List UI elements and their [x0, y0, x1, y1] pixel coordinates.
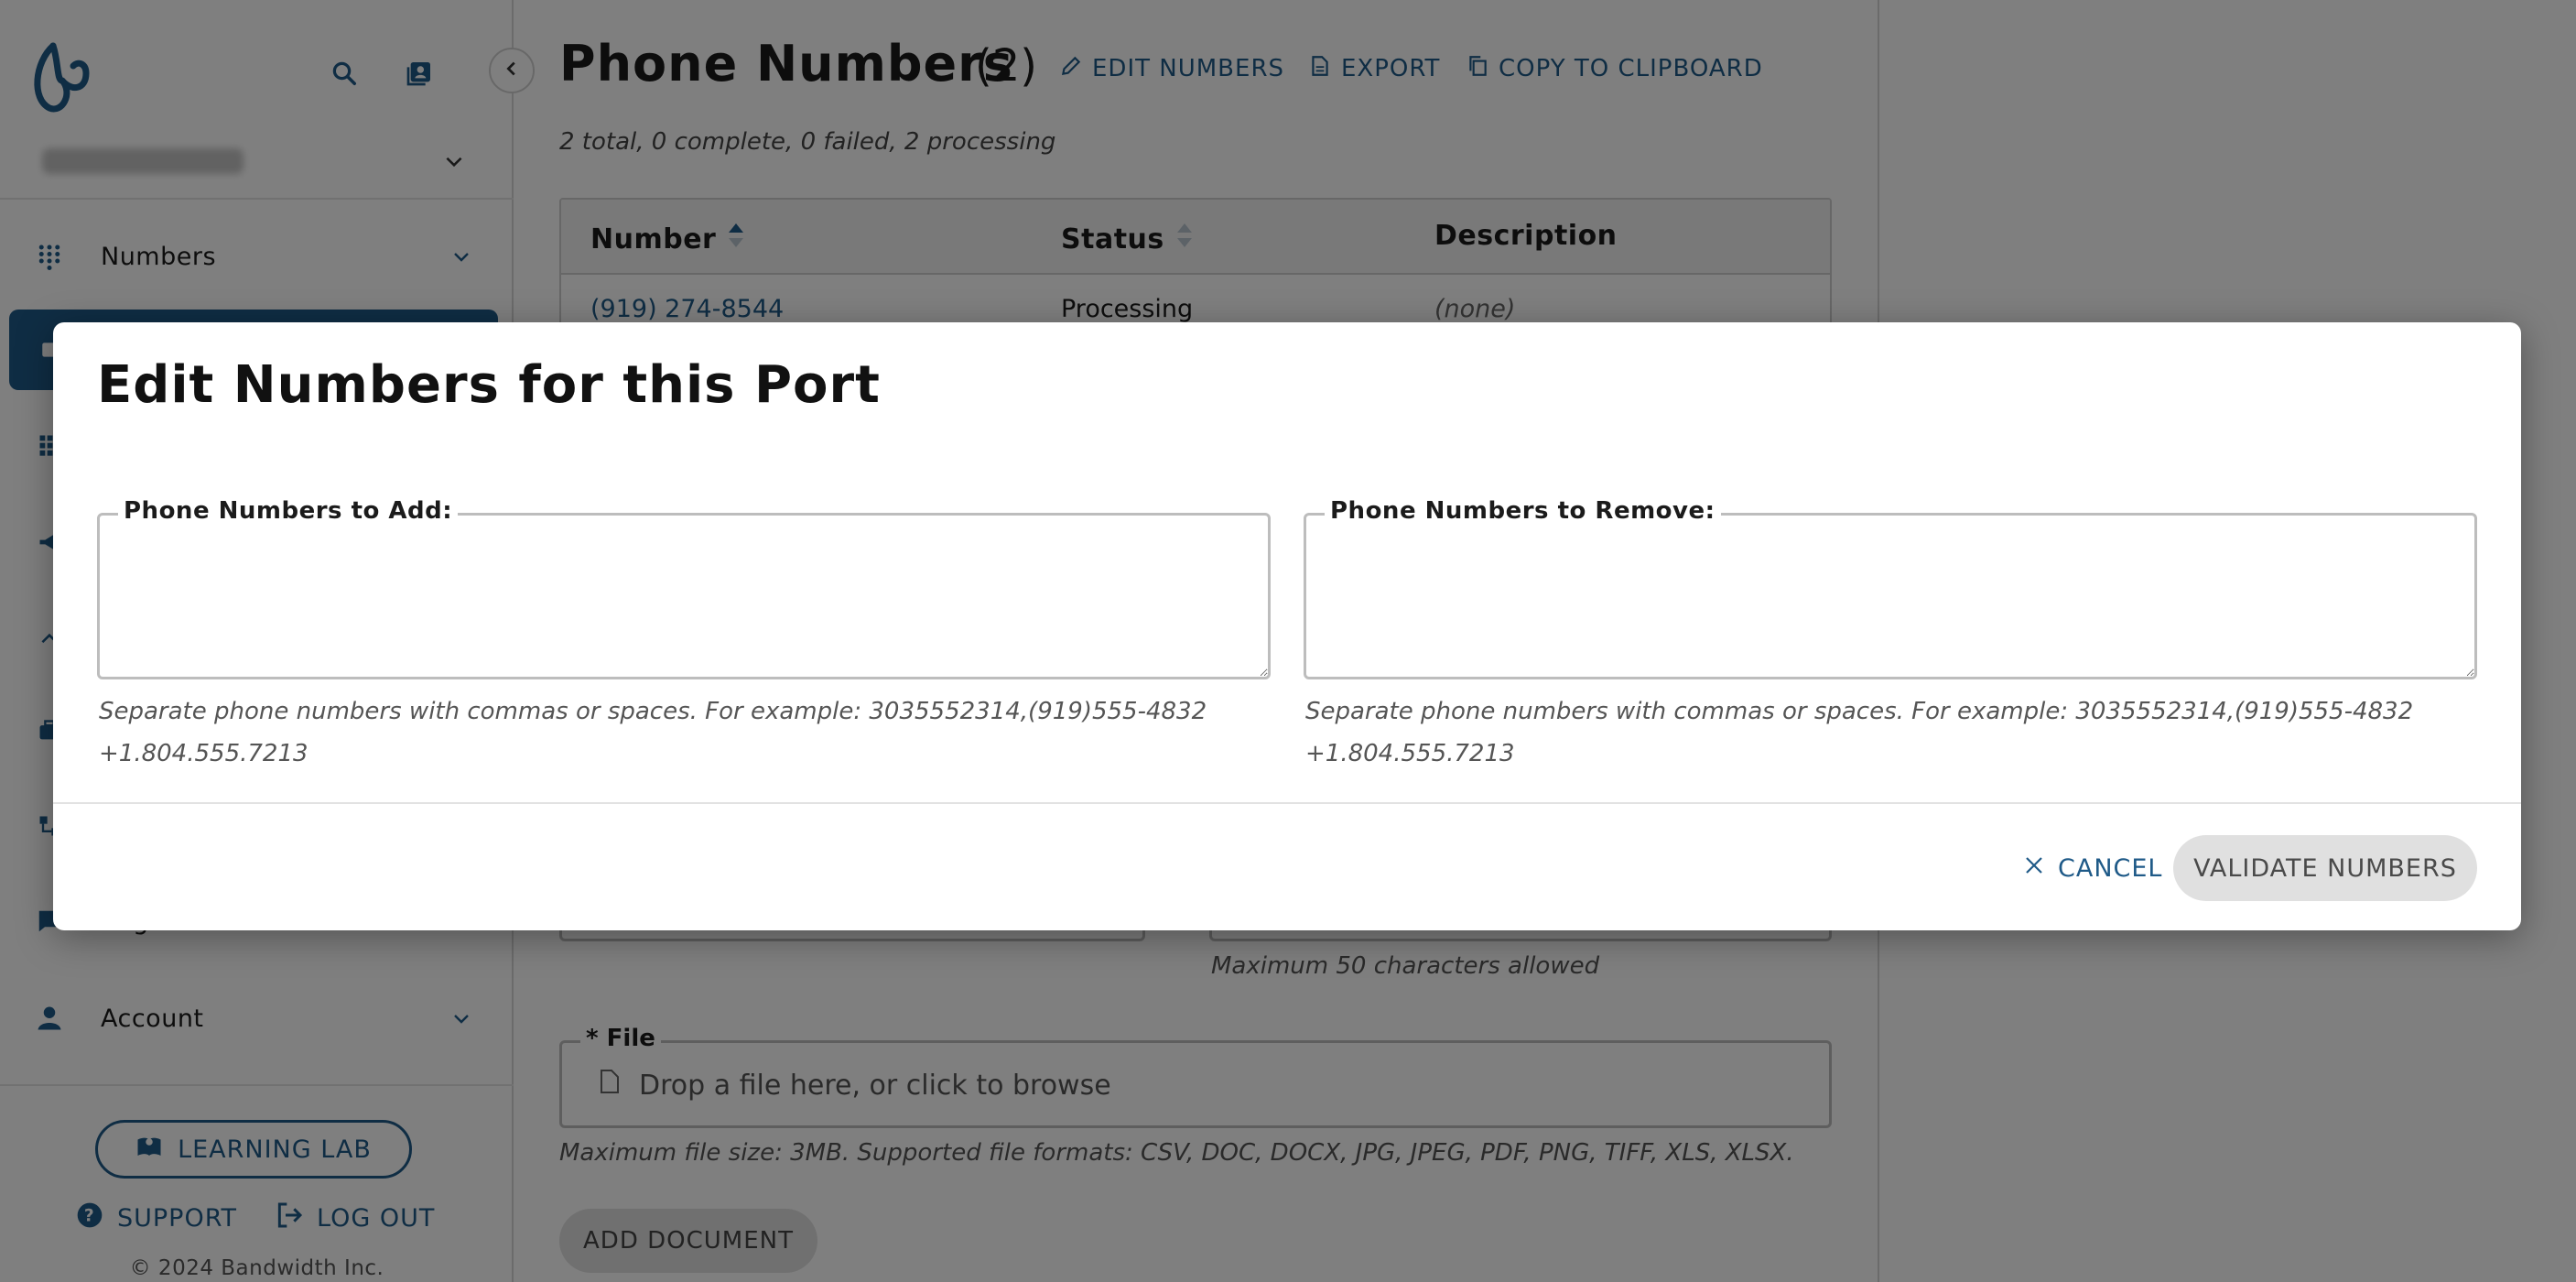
close-icon [2023, 854, 2045, 883]
cancel-label: CANCEL [2058, 853, 2163, 883]
numbers-to-remove-input[interactable] [1306, 516, 2474, 677]
numbers-to-add-hint: Separate phone numbers with commas or sp… [99, 698, 1207, 767]
numbers-to-add-field[interactable]: Phone Numbers to Add: [97, 497, 1271, 679]
cancel-button[interactable]: CANCEL [2023, 841, 2162, 896]
dialog-divider [53, 802, 2521, 804]
numbers-to-remove-field[interactable]: Phone Numbers to Remove: [1304, 497, 2477, 679]
numbers-to-remove-hint: Separate phone numbers with commas or sp… [1305, 698, 2414, 767]
edit-numbers-dialog: Edit Numbers for this Port Phone Numbers… [53, 322, 2521, 930]
numbers-to-add-input[interactable] [100, 516, 1268, 677]
validate-numbers-button[interactable]: VALIDATE NUMBERS [2173, 835, 2477, 901]
dialog-title: Edit Numbers for this Port [97, 355, 881, 415]
